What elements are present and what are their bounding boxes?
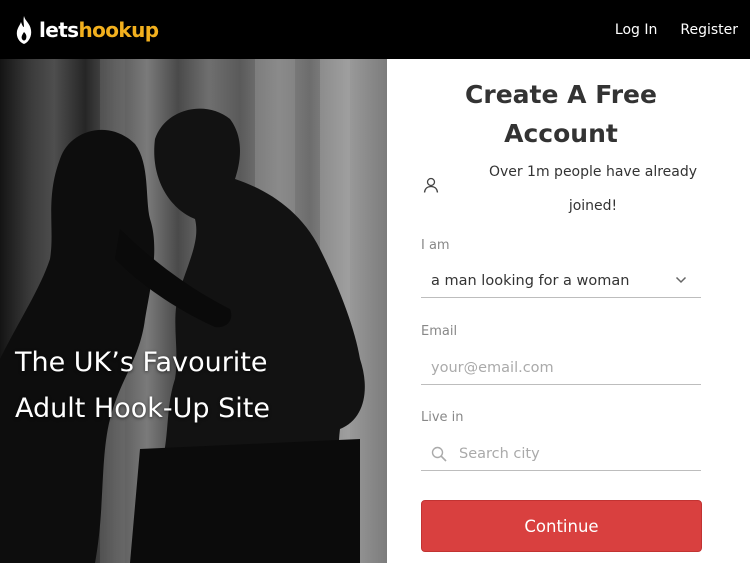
logo-wordmark: letshookup [39, 17, 160, 42]
iam-select-value: a man looking for a woman [431, 272, 630, 289]
continue-button[interactable]: Continue [421, 500, 702, 552]
livein-label: Live in [421, 410, 464, 425]
search-icon [431, 446, 447, 462]
register-link[interactable]: Register [680, 22, 738, 38]
site-logo[interactable]: letshookup [12, 15, 160, 45]
hero-headline: The UK’s Favourite Adult Hook-Up Site [15, 347, 270, 424]
signup-panel: Create A Free Account Over 1m people hav… [387, 59, 750, 563]
email-label: Email [421, 324, 458, 339]
login-link[interactable]: Log In [615, 22, 657, 38]
couple-silhouette-image [0, 59, 365, 563]
top-nav-bar: letshookup Log In Register [0, 0, 750, 59]
header-nav: Log In Register [615, 22, 738, 38]
email-field[interactable]: your@email.com [421, 351, 701, 385]
city-search-input[interactable]: Search city [421, 437, 701, 471]
email-placeholder: your@email.com [431, 359, 554, 376]
joined-count-text: Over 1m people have already joined! [488, 164, 698, 214]
flame-icon [16, 15, 32, 44]
iam-label: I am [421, 238, 450, 253]
signup-title: Create A Free Account [465, 80, 657, 148]
logo-lets: lets [39, 17, 79, 42]
hero-image: The UK’s Favourite Adult Hook-Up Site [0, 59, 387, 563]
iam-select[interactable]: a man looking for a woman [421, 264, 701, 298]
logo-hookup: hookup [78, 17, 160, 42]
chevron-down-icon [675, 276, 687, 284]
user-icon [423, 177, 439, 193]
city-placeholder: Search city [459, 445, 540, 462]
